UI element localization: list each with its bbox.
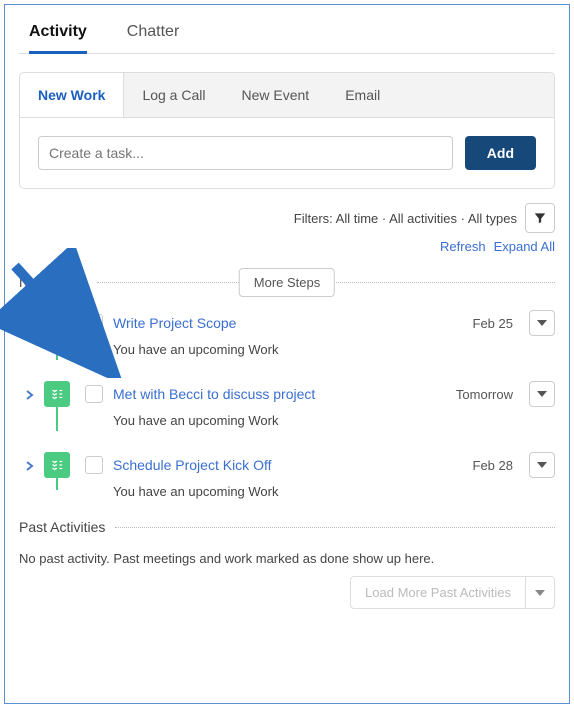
expand-chevron-icon[interactable] (25, 381, 43, 403)
tab-log-call[interactable]: Log a Call (124, 73, 223, 117)
complete-checkbox[interactable] (85, 456, 103, 474)
timeline-connector (56, 407, 58, 431)
refresh-link[interactable]: Refresh (440, 239, 486, 254)
item-menu-button[interactable] (529, 452, 555, 478)
next-steps-title: Next Steps (19, 274, 97, 290)
timeline-item: Met with Becci to discuss project Tomorr… (25, 381, 555, 452)
divider (115, 527, 555, 528)
complete-checkbox[interactable] (85, 385, 103, 403)
item-title-link[interactable]: Met with Becci to discuss project (113, 386, 446, 402)
links-row: Refresh Expand All (19, 239, 555, 254)
tab-chatter[interactable]: Chatter (127, 17, 179, 53)
caret-down-icon (537, 391, 547, 397)
complete-checkbox[interactable] (85, 314, 103, 332)
item-date: Feb 25 (473, 316, 519, 331)
no-past-message: No past activity. Past meetings and work… (19, 551, 555, 566)
load-more-group: Load More Past Activities (350, 576, 555, 609)
timeline-item: Write Project Scope Feb 25 You have an u… (25, 310, 555, 381)
create-task-input[interactable] (38, 136, 453, 170)
load-more-row: Load More Past Activities (19, 576, 555, 609)
tab-email[interactable]: Email (327, 73, 398, 117)
filters-label: Filters: All time · All activities · All… (294, 211, 517, 226)
tab-activity[interactable]: Activity (29, 17, 87, 53)
expand-chevron-icon[interactable] (25, 310, 43, 332)
funnel-icon (533, 211, 547, 225)
item-title-link[interactable]: Schedule Project Kick Off (113, 457, 463, 473)
task-input-row: Add (20, 118, 554, 188)
item-menu-button[interactable] (529, 381, 555, 407)
top-tab-bar: Activity Chatter (19, 17, 555, 54)
caret-down-icon (537, 320, 547, 326)
expand-chevron-icon[interactable] (25, 452, 43, 474)
filters-row: Filters: All time · All activities · All… (19, 203, 555, 233)
past-activities-title: Past Activities (19, 519, 115, 535)
compose-card: New Work Log a Call New Event Email Add (19, 72, 555, 189)
tab-new-work[interactable]: New Work (20, 73, 124, 117)
item-menu-button[interactable] (529, 310, 555, 336)
task-icon (44, 452, 70, 478)
caret-down-icon (535, 590, 545, 596)
timeline-item: Schedule Project Kick Off Feb 28 You hav… (25, 452, 555, 511)
expand-all-link[interactable]: Expand All (494, 239, 555, 254)
past-activities-header: Past Activities (19, 519, 555, 535)
task-icon (44, 310, 70, 336)
item-date: Tomorrow (456, 387, 519, 402)
item-subtitle: You have an upcoming Work (113, 413, 555, 428)
load-more-button[interactable]: Load More Past Activities (351, 577, 526, 608)
more-steps-button[interactable]: More Steps (239, 268, 335, 297)
item-date: Feb 28 (473, 458, 519, 473)
filter-button[interactable] (525, 203, 555, 233)
item-subtitle: You have an upcoming Work (113, 342, 555, 357)
tab-new-event[interactable]: New Event (223, 73, 327, 117)
caret-down-icon (537, 462, 547, 468)
item-title-link[interactable]: Write Project Scope (113, 315, 463, 331)
add-button[interactable]: Add (465, 136, 536, 170)
item-subtitle: You have an upcoming Work (113, 484, 555, 499)
next-steps-header: Next Steps More Steps (19, 274, 555, 290)
activity-panel: Activity Chatter New Work Log a Call New… (4, 4, 570, 704)
timeline-connector (56, 478, 58, 490)
load-more-dropdown[interactable] (526, 577, 554, 608)
timeline-connector (56, 336, 58, 360)
timeline: Write Project Scope Feb 25 You have an u… (19, 310, 555, 511)
compose-tabs: New Work Log a Call New Event Email (20, 73, 554, 118)
task-icon (44, 381, 70, 407)
